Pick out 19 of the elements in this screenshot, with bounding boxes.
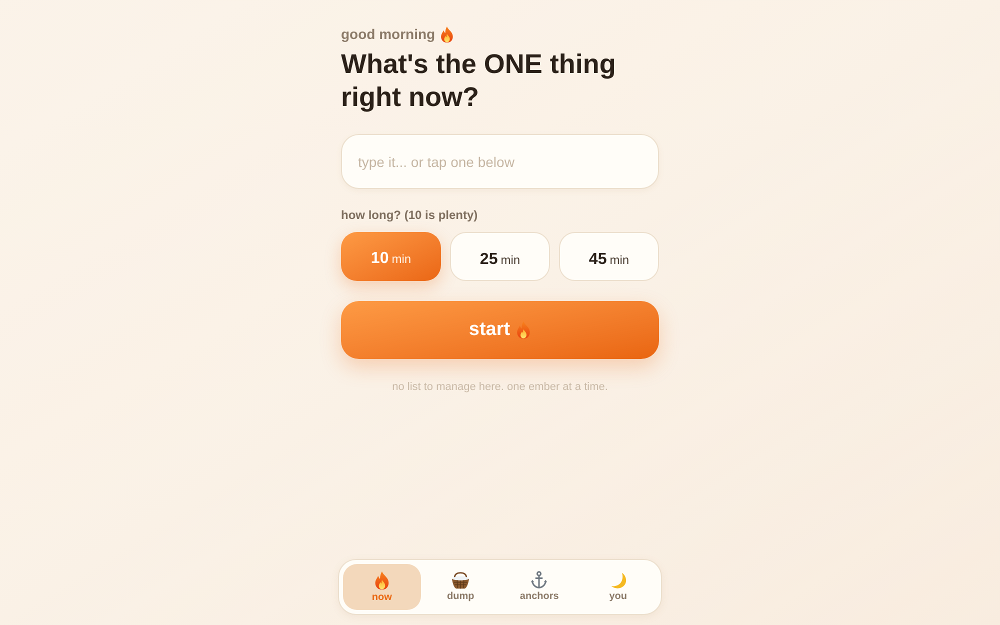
basket-icon	[451, 572, 470, 588]
start-button[interactable]: start	[341, 301, 659, 359]
duration-option[interactable]: 45 min	[559, 232, 659, 281]
nav-tab[interactable]: you	[579, 564, 657, 610]
nav-tab[interactable]: now	[343, 564, 421, 610]
task-input-field[interactable]: type it... or tap one below	[341, 134, 659, 189]
anchor-icon	[530, 571, 548, 589]
greeting-text: good morning	[341, 24, 436, 44]
fire-icon	[516, 321, 532, 339]
crescent-moon-icon	[610, 572, 627, 588]
fire-icon	[374, 570, 390, 590]
page-heading: What's the ONE thing right now?	[341, 48, 617, 114]
duration-label: how long? (10 is plenty)	[341, 207, 479, 223]
duration-option[interactable]: 10 min	[341, 232, 441, 281]
duration-option[interactable]: 25 min	[450, 232, 550, 281]
footer-note: no list to manage here. one ember at a time.	[391, 380, 609, 395]
nav-tab[interactable]: dump	[422, 564, 500, 610]
fire-icon	[440, 26, 454, 42]
nav-tab[interactable]: anchors	[500, 564, 578, 610]
